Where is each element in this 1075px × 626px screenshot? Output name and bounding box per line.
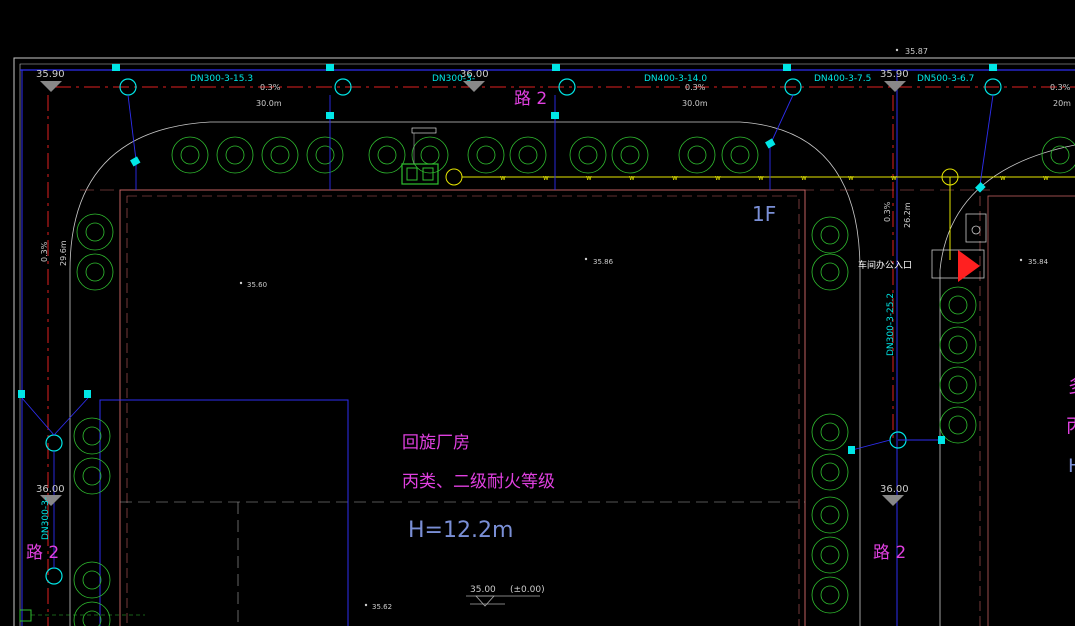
building-fire-rating: 丙类、二级耐火等级 [402, 472, 555, 492]
elev-top-small: 35.87 [905, 47, 928, 56]
cad-drawing-canvas: www www www www 35.87 35.90 36.00 35.90 … [0, 0, 1075, 626]
dist-5: 29.6m [59, 240, 68, 266]
dist-4: 26.2m [903, 202, 912, 228]
branch-pipes [21, 94, 994, 568]
elevation-markers [40, 81, 906, 506]
pipe-label-7: DN300-3- [41, 497, 51, 540]
dist-1: 30.0m [256, 99, 282, 108]
building-inner [126, 195, 800, 626]
svg-text:w: w [672, 174, 678, 182]
water-marks: www www www www [500, 174, 1049, 182]
elev-ml: 36.00 [36, 484, 65, 495]
manholes [45, 78, 1002, 585]
road-curb-right [939, 144, 1075, 626]
elev-mr: 36.00 [880, 484, 909, 495]
svg-text:w: w [1000, 174, 1006, 182]
grade-2: 0.3% [685, 83, 706, 92]
dist-2: 30.0m [682, 99, 708, 108]
svg-text:w: w [500, 174, 506, 182]
trees-left [73, 213, 114, 626]
svg-text:w: w [715, 174, 721, 182]
grade-1: 0.3% [260, 83, 281, 92]
elev-bottom-paren: (±0.00) [510, 585, 545, 595]
entrance-arrow [958, 250, 980, 282]
pipe-label-6: DN300-3-25.2 [886, 293, 896, 356]
svg-text:w: w [891, 174, 897, 182]
building-height: H=12.2m [408, 518, 513, 543]
svg-text:w: w [758, 174, 764, 182]
entrance-label: 车间办公入口 [858, 259, 912, 271]
floor-label: 1F [752, 202, 776, 226]
elev-tl: 35.90 [36, 69, 65, 80]
elev-tr: 35.90 [880, 69, 909, 80]
building-outline [119, 189, 806, 626]
svg-text:w: w [543, 174, 549, 182]
pipe-label-4: DN400-3-7.5 [814, 74, 871, 84]
valve-box [965, 213, 987, 243]
pipe-label-5: DN500-3-6.7 [917, 74, 974, 84]
trees-top [171, 136, 1075, 174]
blue-zone [99, 399, 349, 626]
datum-marker [466, 595, 540, 607]
pipe-label-2: DN300-3- [432, 74, 475, 84]
site-plan-svg: www www www www 35.87 35.90 36.00 35.90 … [13, 47, 1075, 626]
road-curb [69, 121, 861, 626]
elev-c1: 35.60 [247, 281, 267, 289]
svg-text:w: w [1043, 174, 1049, 182]
svg-text:w: w [801, 174, 807, 182]
grade-5: 0.3% [40, 241, 49, 262]
right-partial-1: 多 [1068, 375, 1075, 397]
site-boundary-inner [19, 63, 1075, 626]
building-name: 回旋厂房 [402, 433, 470, 453]
elev-dots [239, 48, 1023, 607]
valve-icon [971, 225, 981, 235]
elev-c3: 35.84 [1028, 258, 1049, 266]
road-label-top: 路 2 [514, 89, 547, 109]
elev-bottom: 35.00 [470, 585, 496, 595]
road-label-right: 路 2 [873, 543, 906, 563]
road-label-left: 路 2 [26, 543, 59, 563]
grade-3: 0.3% [1050, 83, 1071, 92]
inlet-markers [18, 64, 997, 454]
right-partial-2: 丙 [1066, 415, 1075, 437]
grade-4: 0.3% [883, 201, 892, 222]
right-partial-3: H [1068, 455, 1075, 477]
site-boundary-line [13, 57, 1075, 626]
pipe-label-1: DN300-3-15.3 [190, 74, 253, 84]
dist-3: 20m [1053, 99, 1071, 108]
fire-hydrant [401, 127, 439, 185]
svg-text:w: w [629, 174, 635, 182]
svg-text:w: w [848, 174, 854, 182]
elev-c2: 35.86 [593, 258, 614, 266]
elev-c4: 35.62 [372, 603, 392, 611]
svg-text:w: w [586, 174, 592, 182]
